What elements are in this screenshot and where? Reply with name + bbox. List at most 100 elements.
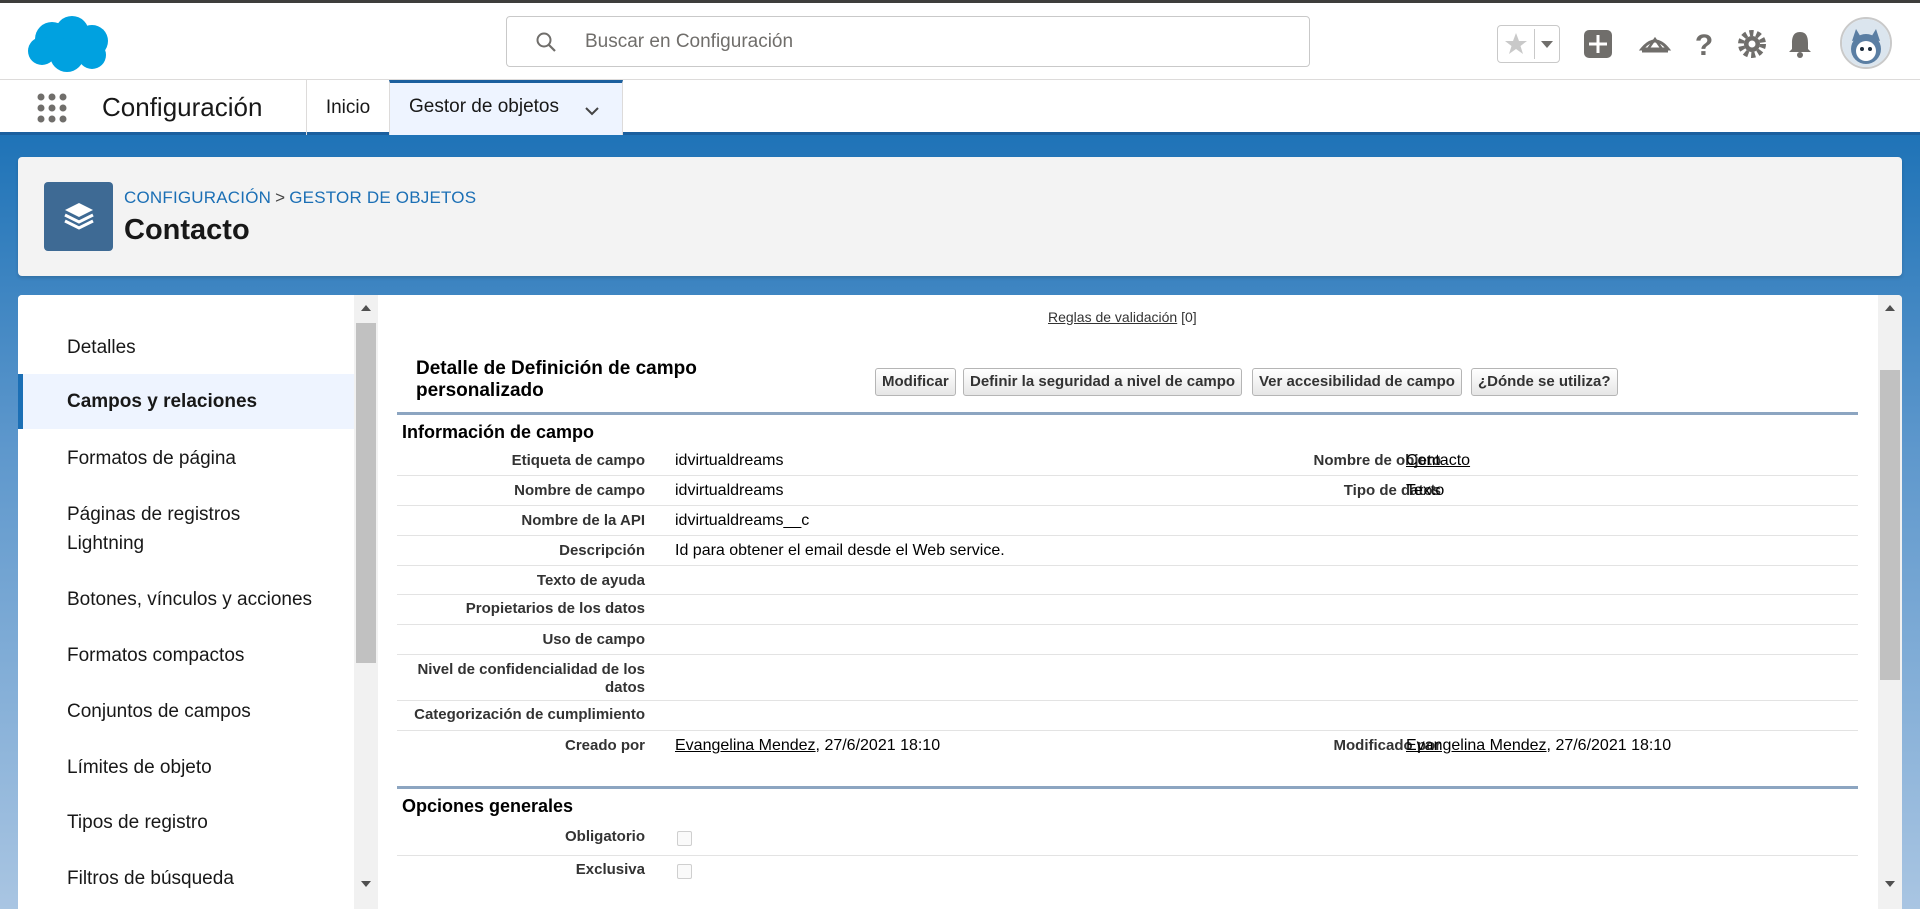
sidebar-item-tipos-de-registro[interactable]: Tipos de registro <box>18 808 354 837</box>
modified-by-date: , 27/6/2021 18:10 <box>1546 737 1672 754</box>
sidebar-item-botones-vinculos-acciones[interactable]: Botones, vínculos y acciones <box>18 585 354 614</box>
tab-inicio[interactable]: Inicio <box>308 80 388 135</box>
created-by-label: Creado por <box>564 737 645 754</box>
field-label-value: idvirtualdreams <box>675 452 784 469</box>
sidebar-item-campos-y-relaciones[interactable]: Campos y relaciones <box>18 374 354 429</box>
sidebar-item-paginas-lightning[interactable]: Páginas de registros Lightning <box>18 500 298 558</box>
page-header: CONFIGURACIÓN > GESTOR DE OBJETOS Contacto <box>18 157 1902 276</box>
sidebar-item-filtros-de-busqueda[interactable]: Filtros de búsqueda <box>18 864 354 893</box>
object-name-link[interactable]: Contacto <box>1406 452 1470 469</box>
unique-checkbox <box>677 864 692 879</box>
tab-gestor-label: Gestor de objetos <box>409 96 559 117</box>
object-name-value[interactable]: Contacto <box>1406 452 1470 470</box>
description-value: Id para obtener el email desde el Web se… <box>675 542 1005 559</box>
table-row: Obligatorio <box>397 822 1858 856</box>
created-by-value: Evangelina Mendez, 27/6/2021 18:10 <box>675 737 940 755</box>
table-row: Nombre de campo idvirtualdreams Tipo de … <box>397 476 1858 506</box>
favorites-control[interactable] <box>1497 25 1560 63</box>
sidebar-item-limites-de-objeto[interactable]: Límites de objeto <box>18 753 354 782</box>
required-checkbox <box>677 831 692 846</box>
unique-label: Exclusiva <box>575 861 645 878</box>
created-by-user-link[interactable]: Evangelina Mendez <box>675 737 816 754</box>
table-row: Texto de ayuda <box>397 566 1858 595</box>
data-type-label: Tipo de datos <box>1343 482 1441 499</box>
field-usage-label: Uso de campo <box>542 631 645 648</box>
sidebar-scrollbar[interactable] <box>354 295 378 909</box>
required-label: Obligatorio <box>565 828 645 845</box>
salesforce-logo-icon[interactable] <box>22 13 114 77</box>
object-sidebar: Detalles Campos y relaciones Formatos de… <box>18 295 354 909</box>
sidebar-item-formatos-de-pagina[interactable]: Formatos de página <box>18 444 354 473</box>
app-launcher-icon[interactable] <box>36 92 68 124</box>
modified-by-label: Modificado por <box>1333 737 1442 754</box>
validation-rules-link[interactable]: Reglas de validación [0] <box>1048 309 1197 325</box>
table-row: Nivel de confidencialidad de los datos <box>397 655 1858 701</box>
modified-by-user-link[interactable]: Evangelina Mendez <box>1406 737 1547 754</box>
table-row: Exclusiva <box>397 856 1858 890</box>
modify-button[interactable]: Modificar <box>875 368 956 396</box>
sidebar-item-detalles[interactable]: Detalles <box>18 333 354 362</box>
search-icon <box>536 32 556 52</box>
where-used-button[interactable]: ¿Dónde se utiliza? <box>1471 368 1618 396</box>
global-search[interactable] <box>506 16 1310 67</box>
breadcrumb: CONFIGURACIÓN > GESTOR DE OBJETOS <box>124 188 476 208</box>
chevron-down-icon[interactable] <box>582 101 602 121</box>
bell-icon[interactable] <box>1783 27 1817 61</box>
scroll-down-arrow-icon[interactable] <box>361 881 371 887</box>
compliance-label: Categorización de cumplimiento <box>414 706 645 723</box>
nav-divider <box>306 80 307 135</box>
gear-icon[interactable] <box>1735 27 1769 61</box>
validation-rules-count: [0] <box>1181 309 1197 325</box>
description-label: Descripción <box>559 542 645 559</box>
created-by-date: , 27/6/2021 18:10 <box>815 737 941 754</box>
field-security-button[interactable]: Definir la seguridad a nivel de campo <box>963 368 1243 396</box>
scroll-up-arrow-icon[interactable] <box>1885 305 1895 311</box>
field-accessibility-button[interactable]: Ver accesibilidad de campo <box>1252 368 1462 396</box>
content-scrollbar[interactable] <box>1878 295 1902 909</box>
breadcrumb-gestor-de-objetos[interactable]: GESTOR DE OBJETOS <box>289 188 476 207</box>
layers-icon <box>64 203 94 230</box>
favorites-dropdown[interactable] <box>1534 29 1558 59</box>
modified-by-value: Evangelina Mendez, 27/6/2021 18:10 <box>1406 737 1671 755</box>
breadcrumb-configuracion[interactable]: CONFIGURACIÓN <box>124 188 271 207</box>
app-title: Configuración <box>102 92 263 122</box>
object-manager-icon <box>44 182 113 251</box>
sidebar-item-conjuntos-de-campos[interactable]: Conjuntos de campos <box>18 697 354 726</box>
field-detail-frame: Reglas de validación [0] Detalle de Defi… <box>378 295 1878 909</box>
avatar[interactable] <box>1840 17 1892 69</box>
trailhead-icon[interactable] <box>1638 27 1672 61</box>
data-type-value: Texto <box>1406 482 1445 499</box>
scroll-up-arrow-icon[interactable] <box>361 305 371 311</box>
field-name-label: Nombre de campo <box>514 482 645 499</box>
api-name-value: idvirtualdreams__c <box>675 512 810 529</box>
main-panel: Detalles Campos y relaciones Formatos de… <box>18 295 1902 909</box>
search-input[interactable] <box>585 25 1285 59</box>
section-general-options: Opciones generales <box>397 786 1858 816</box>
api-name-label: Nombre de la API <box>521 512 645 529</box>
table-row: Creado por Evangelina Mendez, 27/6/2021 … <box>397 731 1858 765</box>
plus-icon[interactable] <box>1581 27 1615 61</box>
scroll-down-arrow-icon[interactable] <box>1885 881 1895 887</box>
field-name-value: idvirtualdreams <box>675 482 784 499</box>
chevron-down-icon <box>1541 41 1553 48</box>
help-icon[interactable]: ? <box>1687 27 1721 61</box>
content-scroll-thumb[interactable] <box>1880 370 1900 680</box>
data-owners-label: Propietarios de los datos <box>465 600 645 617</box>
validation-rules-text[interactable]: Reglas de validación <box>1048 309 1177 325</box>
detail-title: Detalle de Definición de campo personali… <box>416 358 697 401</box>
tab-gestor-de-objetos[interactable]: Gestor de objetos <box>389 80 623 135</box>
sidebar-item-formatos-compactos[interactable]: Formatos compactos <box>18 641 354 670</box>
page-title: Contacto <box>124 214 250 246</box>
sidebar-scroll-thumb[interactable] <box>356 323 376 663</box>
table-row: Nombre de la API idvirtualdreams__c <box>397 506 1858 536</box>
table-row: Categorización de cumplimiento <box>397 701 1858 731</box>
help-text-label: Texto de ayuda <box>536 572 645 589</box>
app-navigation-bar: Configuración Inicio Gestor de objetos <box>0 80 1920 135</box>
table-row: Propietarios de los datos <box>397 595 1858 625</box>
table-row: Uso de campo <box>397 625 1858 655</box>
breadcrumb-separator: > <box>275 188 286 207</box>
star-icon[interactable] <box>1498 26 1534 62</box>
global-header: ? <box>0 3 1920 80</box>
data-sensitivity-label: Nivel de confidencialidad de los datos <box>417 661 645 696</box>
field-label-label: Etiqueta de campo <box>511 452 645 469</box>
